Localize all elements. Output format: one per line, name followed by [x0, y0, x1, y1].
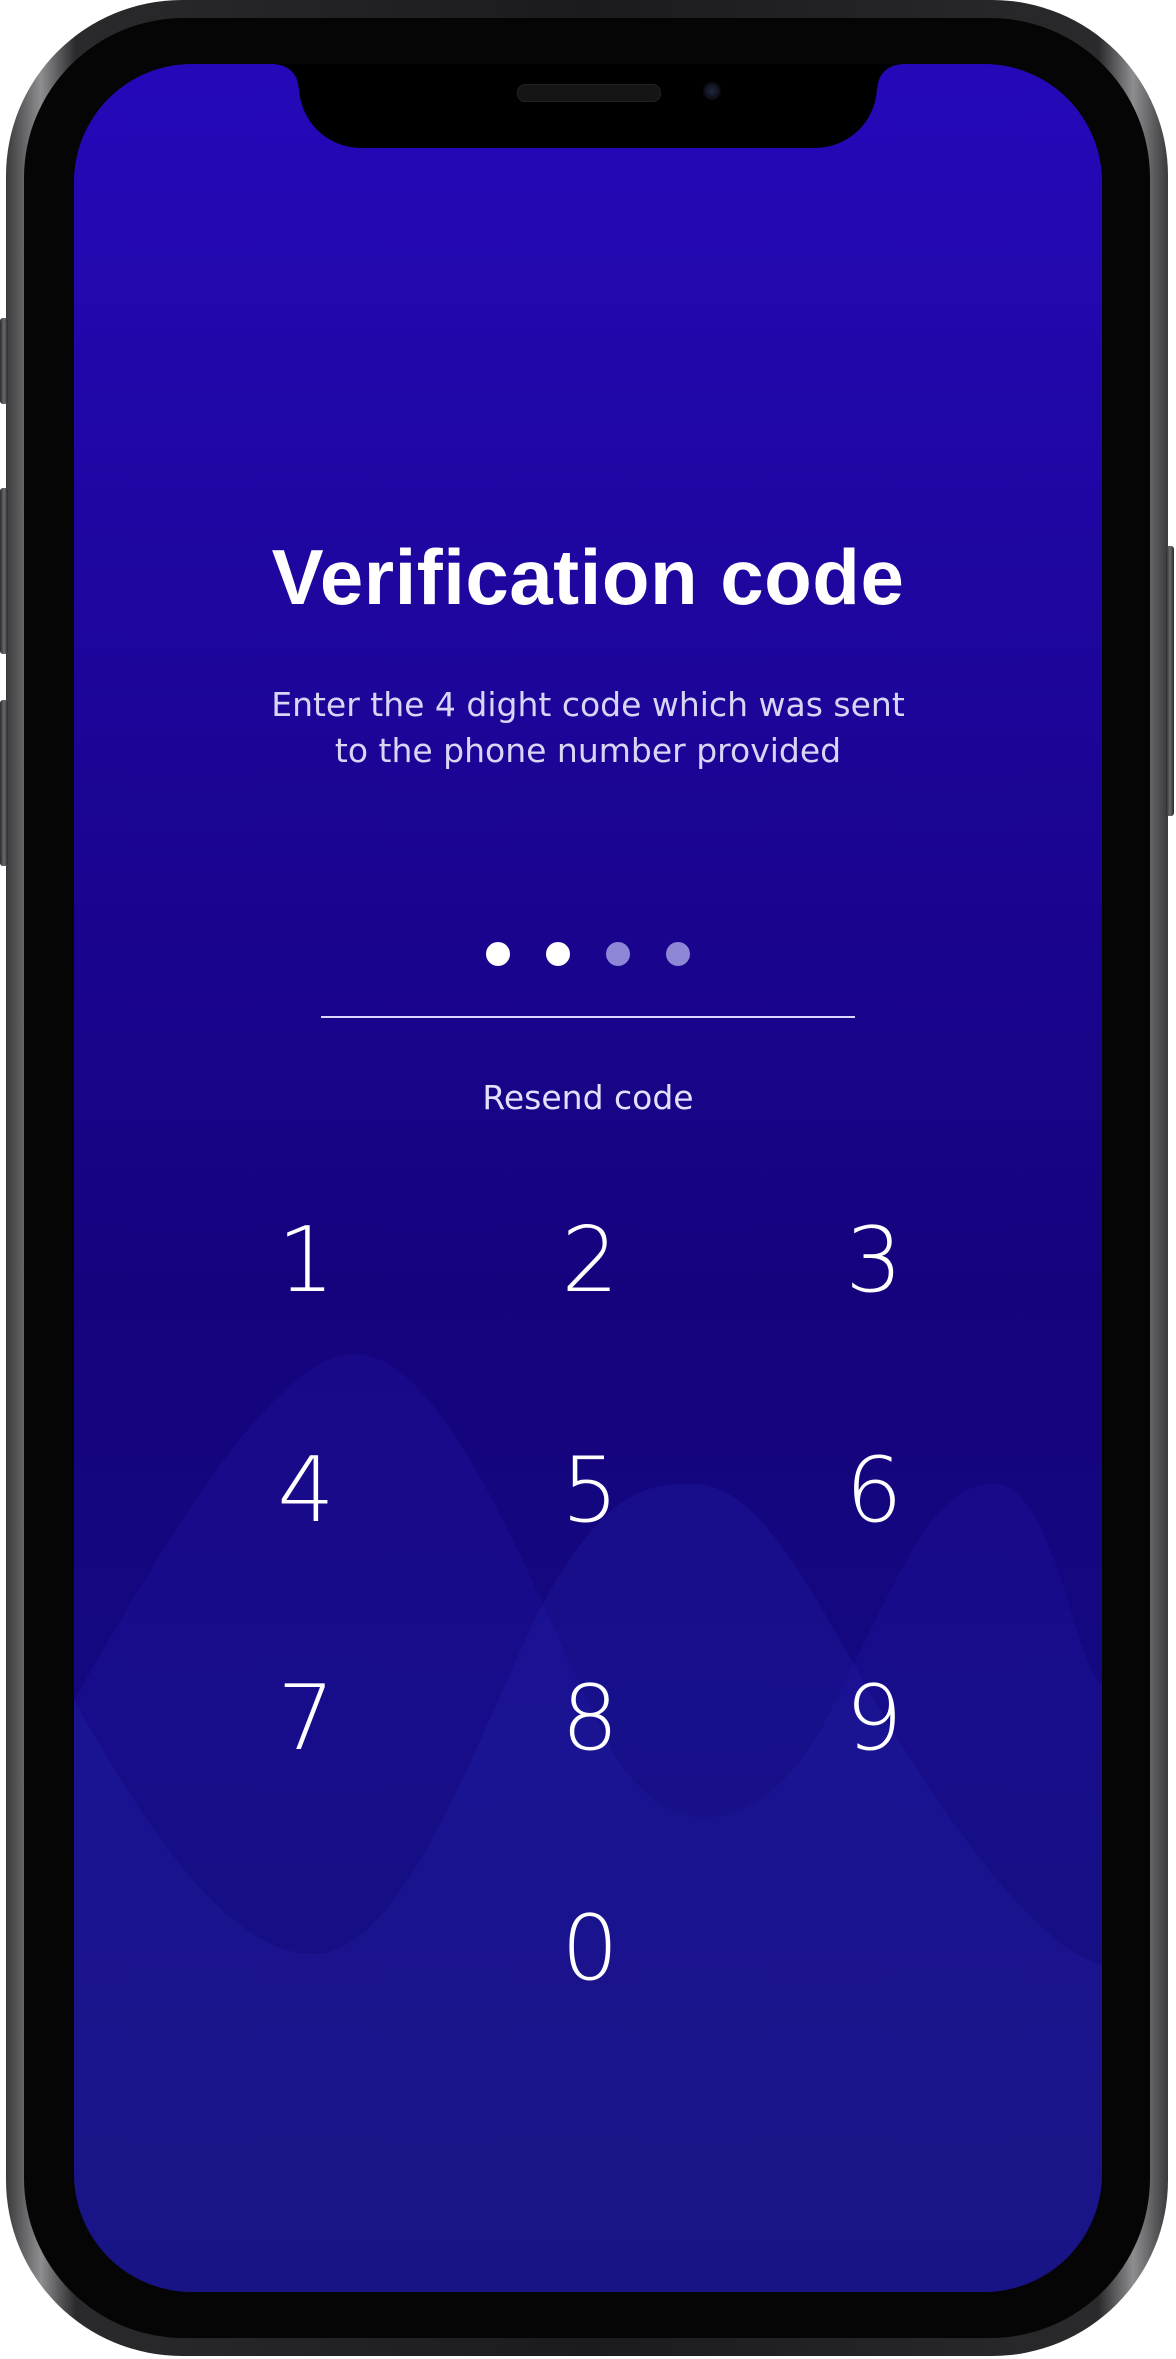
keypad-key-0[interactable]: 0	[490, 1888, 690, 2008]
keypad-key-8[interactable]: 8	[490, 1658, 690, 1778]
verification-screen: Verification code Enter the 4 dight code…	[74, 64, 1102, 2292]
power-button	[1166, 546, 1174, 816]
resend-code-link[interactable]: Resend code	[74, 1078, 1102, 1117]
front-camera	[703, 82, 721, 100]
code-dot-empty	[666, 942, 690, 966]
speaker-grille	[517, 84, 661, 102]
keypad-key-9[interactable]: 9	[774, 1658, 974, 1778]
silent-switch	[0, 318, 8, 404]
device-notch	[275, 64, 901, 148]
keypad-key-6[interactable]: 6	[774, 1430, 974, 1550]
keypad-key-7[interactable]: 7	[206, 1658, 406, 1778]
instruction-line-1: Enter the 4 dight code which was sent	[271, 685, 905, 724]
keypad-key-5[interactable]: 5	[490, 1430, 690, 1550]
volume-down-button	[0, 700, 8, 866]
code-dot-filled	[546, 942, 570, 966]
keypad-key-1[interactable]: 1	[206, 1200, 406, 1320]
volume-up-button	[0, 488, 8, 654]
keypad-key-3[interactable]: 3	[774, 1200, 974, 1320]
keypad-key-4[interactable]: 4	[206, 1430, 406, 1550]
code-indicator	[74, 942, 1102, 972]
code-underline	[321, 1016, 855, 1018]
keypad-key-2[interactable]: 2	[490, 1200, 690, 1320]
instruction-text: Enter the 4 dight code which was sent to…	[74, 682, 1102, 774]
page-title: Verification code	[271, 533, 905, 621]
instruction-line-2: to the phone number provided	[334, 731, 842, 770]
code-dot-filled	[486, 942, 510, 966]
code-dot-empty	[606, 942, 630, 966]
